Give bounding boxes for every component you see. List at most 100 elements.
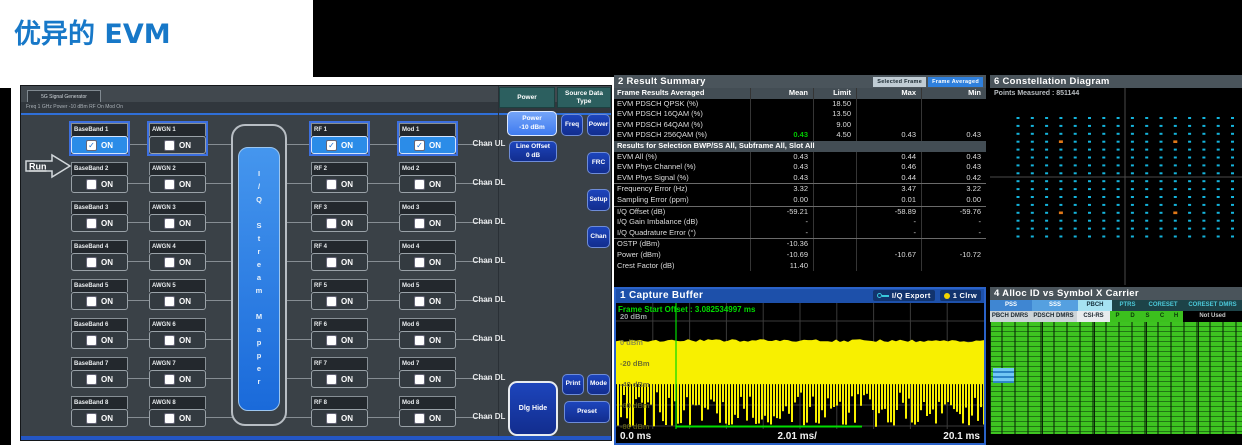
- awgn-6-block-on-toggle[interactable]: ON: [149, 331, 206, 349]
- mod-5-block-on-toggle[interactable]: ON: [399, 292, 456, 310]
- baseband-1-block-on-toggle[interactable]: ✓ON: [71, 136, 128, 154]
- baseband-3-block[interactable]: BaseBand 3ON: [71, 201, 128, 232]
- table-row[interactable]: I/Q Offset (dB)-59.21-58.89-59.76: [614, 206, 986, 218]
- awgn-7-block-on-toggle[interactable]: ON: [149, 370, 206, 388]
- awgn-1-block-on-toggle[interactable]: ON: [149, 136, 206, 154]
- baseband-7-block-on-toggle[interactable]: ON: [71, 370, 128, 388]
- table-row[interactable]: Frequency Error (Hz)3.323.473.22: [614, 183, 986, 195]
- capture-buffer-header[interactable]: 1 Capture Buffer I/Q Export 1 Clrw: [616, 289, 984, 303]
- awgn-5-block-on-toggle[interactable]: ON: [149, 292, 206, 310]
- mod-5-block[interactable]: Mod 5ON: [399, 279, 456, 310]
- baseband-6-block[interactable]: BaseBand 6ON: [71, 318, 128, 349]
- rf-8-block[interactable]: RF 8ON: [311, 396, 368, 427]
- mod-3-block-on-toggle[interactable]: ON: [399, 214, 456, 232]
- awgn-3-block[interactable]: AWGN 3ON: [149, 201, 206, 232]
- awgn-8-block-on-toggle[interactable]: ON: [149, 409, 206, 427]
- dlg-hide-button[interactable]: Dlg Hide: [508, 381, 558, 436]
- iq-stream-mapper-button[interactable]: I/Q Stream Mapper: [238, 147, 280, 411]
- constellation-header[interactable]: 6 Constellation Diagram: [990, 75, 1242, 88]
- awgn-4-block-on-toggle[interactable]: ON: [149, 253, 206, 271]
- rf-5-block[interactable]: RF 5ON: [311, 279, 368, 310]
- table-row[interactable]: EVM PDSCH 256QAM (%)0.434.500.430.43: [614, 130, 986, 141]
- freq-button[interactable]: Freq: [561, 114, 583, 136]
- baseband-3-block-on-toggle[interactable]: ON: [71, 214, 128, 232]
- baseband-5-block[interactable]: BaseBand 5ON: [71, 279, 128, 310]
- mod-4-block[interactable]: Mod 4ON: [399, 240, 456, 271]
- table-row[interactable]: Power (dBm)-10.69-10.67-10.72: [614, 250, 986, 261]
- awgn-8-block[interactable]: AWGN 8ON: [149, 396, 206, 427]
- table-row[interactable]: I/Q Gain Imbalance (dB)---: [614, 217, 986, 228]
- awgn-5-block[interactable]: AWGN 5ON: [149, 279, 206, 310]
- table-row[interactable]: EVM All (%)0.430.440.43: [614, 152, 986, 163]
- power-menu-button[interactable]: Power: [587, 114, 610, 136]
- rf-3-block[interactable]: RF 3ON: [311, 201, 368, 232]
- table-row[interactable]: Sampling Error (ppm)0.000.010.00: [614, 195, 986, 206]
- baseband-4-block[interactable]: BaseBand 4ON: [71, 240, 128, 271]
- rf-4-block-on-toggle[interactable]: ON: [311, 253, 368, 271]
- rf-4-block[interactable]: RF 4ON: [311, 240, 368, 271]
- table-row[interactable]: EVM PDSCH 64QAM (%)9.00: [614, 120, 986, 131]
- tab-frame-averaged[interactable]: Frame Averaged: [928, 77, 983, 87]
- mod-8-block[interactable]: Mod 8ON: [399, 396, 456, 427]
- baseband-7-block[interactable]: BaseBand 7ON: [71, 357, 128, 388]
- rf-6-block-on-toggle[interactable]: ON: [311, 331, 368, 349]
- baseband-2-block[interactable]: BaseBand 2ON: [71, 162, 128, 193]
- rf-8-block-on-toggle[interactable]: ON: [311, 409, 368, 427]
- rf-2-block-on-toggle[interactable]: ON: [311, 175, 368, 193]
- table-row[interactable]: EVM Phys Channel (%)0.430.460.43: [614, 162, 986, 173]
- awgn-4-block[interactable]: AWGN 4ON: [149, 240, 206, 271]
- mod-7-block-on-toggle[interactable]: ON: [399, 370, 456, 388]
- baseband-1-block[interactable]: BaseBand 1✓ON: [71, 123, 128, 154]
- mod-1-block[interactable]: Mod 1✓ON: [399, 123, 456, 154]
- mod-6-block[interactable]: Mod 6ON: [399, 318, 456, 349]
- rf-7-block-on-toggle[interactable]: ON: [311, 370, 368, 388]
- rf-7-block[interactable]: RF 7ON: [311, 357, 368, 388]
- awgn-3-block-on-toggle[interactable]: ON: [149, 214, 206, 232]
- mod-2-block[interactable]: Mod 2ON: [399, 162, 456, 193]
- table-row[interactable]: EVM PDSCH QPSK (%)18.50: [614, 99, 986, 110]
- baseband-8-block-on-toggle[interactable]: ON: [71, 409, 128, 427]
- trace-indicator[interactable]: 1 Clrw: [940, 290, 981, 301]
- baseband-8-block[interactable]: BaseBand 8ON: [71, 396, 128, 427]
- setup-button[interactable]: Setup: [587, 189, 610, 211]
- rf-5-block-on-toggle[interactable]: ON: [311, 292, 368, 310]
- rf-2-block[interactable]: RF 2ON: [311, 162, 368, 193]
- rf-6-block[interactable]: RF 6ON: [311, 318, 368, 349]
- rf-1-block[interactable]: RF 1✓ON: [311, 123, 368, 154]
- mod-8-block-on-toggle[interactable]: ON: [399, 409, 456, 427]
- preset-button[interactable]: Preset: [564, 401, 610, 423]
- table-row[interactable]: OSTP (dBm)-10.36: [614, 238, 986, 250]
- baseband-2-block-on-toggle[interactable]: ON: [71, 175, 128, 193]
- awgn-7-block[interactable]: AWGN 7ON: [149, 357, 206, 388]
- mod-1-block-on-toggle[interactable]: ✓ON: [399, 136, 456, 154]
- mod-7-block[interactable]: Mod 7ON: [399, 357, 456, 388]
- table-row[interactable]: EVM Phys Signal (%)0.430.440.42: [614, 173, 986, 184]
- alloc-header[interactable]: 4 Alloc ID vs Symbol X Carrier: [990, 287, 1242, 300]
- table-row[interactable]: Crest Factor (dB)11.40: [614, 261, 986, 272]
- table-row[interactable]: I/Q Quadrature Error (°)---: [614, 228, 986, 239]
- awgn-2-block[interactable]: AWGN 2ON: [149, 162, 206, 193]
- print-button[interactable]: Print: [562, 374, 584, 395]
- iq-export-button[interactable]: I/Q Export: [873, 290, 935, 301]
- awgn-6-block[interactable]: AWGN 6ON: [149, 318, 206, 349]
- run-button[interactable]: Run: [25, 153, 71, 179]
- mod-6-block-on-toggle[interactable]: ON: [399, 331, 456, 349]
- chan-button[interactable]: Chan: [587, 226, 610, 248]
- frc-button[interactable]: FRC: [587, 152, 610, 174]
- baseband-4-block-on-toggle[interactable]: ON: [71, 253, 128, 271]
- baseband-5-block-on-toggle[interactable]: ON: [71, 292, 128, 310]
- tab-selected-frame[interactable]: Selected Frame: [873, 77, 926, 87]
- line-offset-button[interactable]: Line Offset 0 dB: [509, 141, 557, 162]
- rf-1-block-on-toggle[interactable]: ✓ON: [311, 136, 368, 154]
- result-summary-header[interactable]: 2 Result Summary Selected FrameFrame Ave…: [614, 75, 986, 88]
- mod-2-block-on-toggle[interactable]: ON: [399, 175, 456, 193]
- power-value-button[interactable]: Power -10 dBm: [507, 111, 557, 136]
- table-row[interactable]: EVM PDSCH 16QAM (%)13.50: [614, 109, 986, 120]
- awgn-1-block[interactable]: AWGN 1ON: [149, 123, 206, 154]
- mode-button[interactable]: Mode: [587, 374, 610, 395]
- baseband-6-block-on-toggle[interactable]: ON: [71, 331, 128, 349]
- rf-3-block-on-toggle[interactable]: ON: [311, 214, 368, 232]
- mod-4-block-on-toggle[interactable]: ON: [399, 253, 456, 271]
- awgn-2-block-on-toggle[interactable]: ON: [149, 175, 206, 193]
- mod-3-block[interactable]: Mod 3ON: [399, 201, 456, 232]
